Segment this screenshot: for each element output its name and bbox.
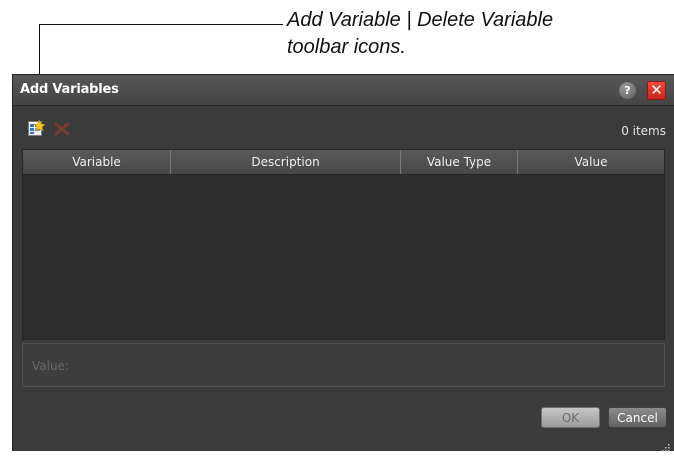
value-label: Value: — [32, 359, 69, 373]
add-variables-dialog: Add Variables ? ✕ 0 items Variable Descr… — [12, 74, 674, 452]
dialog-title: Add Variables — [20, 82, 119, 97]
callout-line-1: Add Variable | Delete Variable — [287, 9, 554, 31]
callout-annotation: Add Variable | Delete Variable toolbar i… — [287, 7, 667, 61]
items-count: 0 items — [621, 124, 666, 138]
ok-button[interactable]: OK — [541, 407, 600, 428]
add-variable-icon[interactable] — [28, 119, 46, 137]
dialog-titlebar[interactable]: Add Variables ? ✕ — [13, 75, 674, 106]
help-icon[interactable]: ? — [619, 82, 636, 99]
cancel-button[interactable]: Cancel — [608, 407, 667, 428]
resize-grip-icon[interactable] — [660, 437, 670, 452]
column-header-value[interactable]: Value — [518, 150, 664, 174]
column-header-value-type[interactable]: Value Type — [401, 150, 518, 174]
column-header-variable[interactable]: Variable — [23, 150, 171, 174]
column-header-description[interactable]: Description — [171, 150, 401, 174]
table-body[interactable] — [23, 175, 664, 341]
variables-table[interactable]: Variable Description Value Type Value — [22, 149, 665, 340]
close-icon[interactable]: ✕ — [647, 81, 666, 100]
value-field[interactable]: Value: — [22, 343, 665, 387]
callout-line-2: toolbar icons. — [287, 36, 406, 58]
callout-leader-line — [39, 24, 283, 25]
table-header: Variable Description Value Type Value — [23, 150, 664, 175]
delete-variable-icon[interactable] — [53, 121, 71, 137]
